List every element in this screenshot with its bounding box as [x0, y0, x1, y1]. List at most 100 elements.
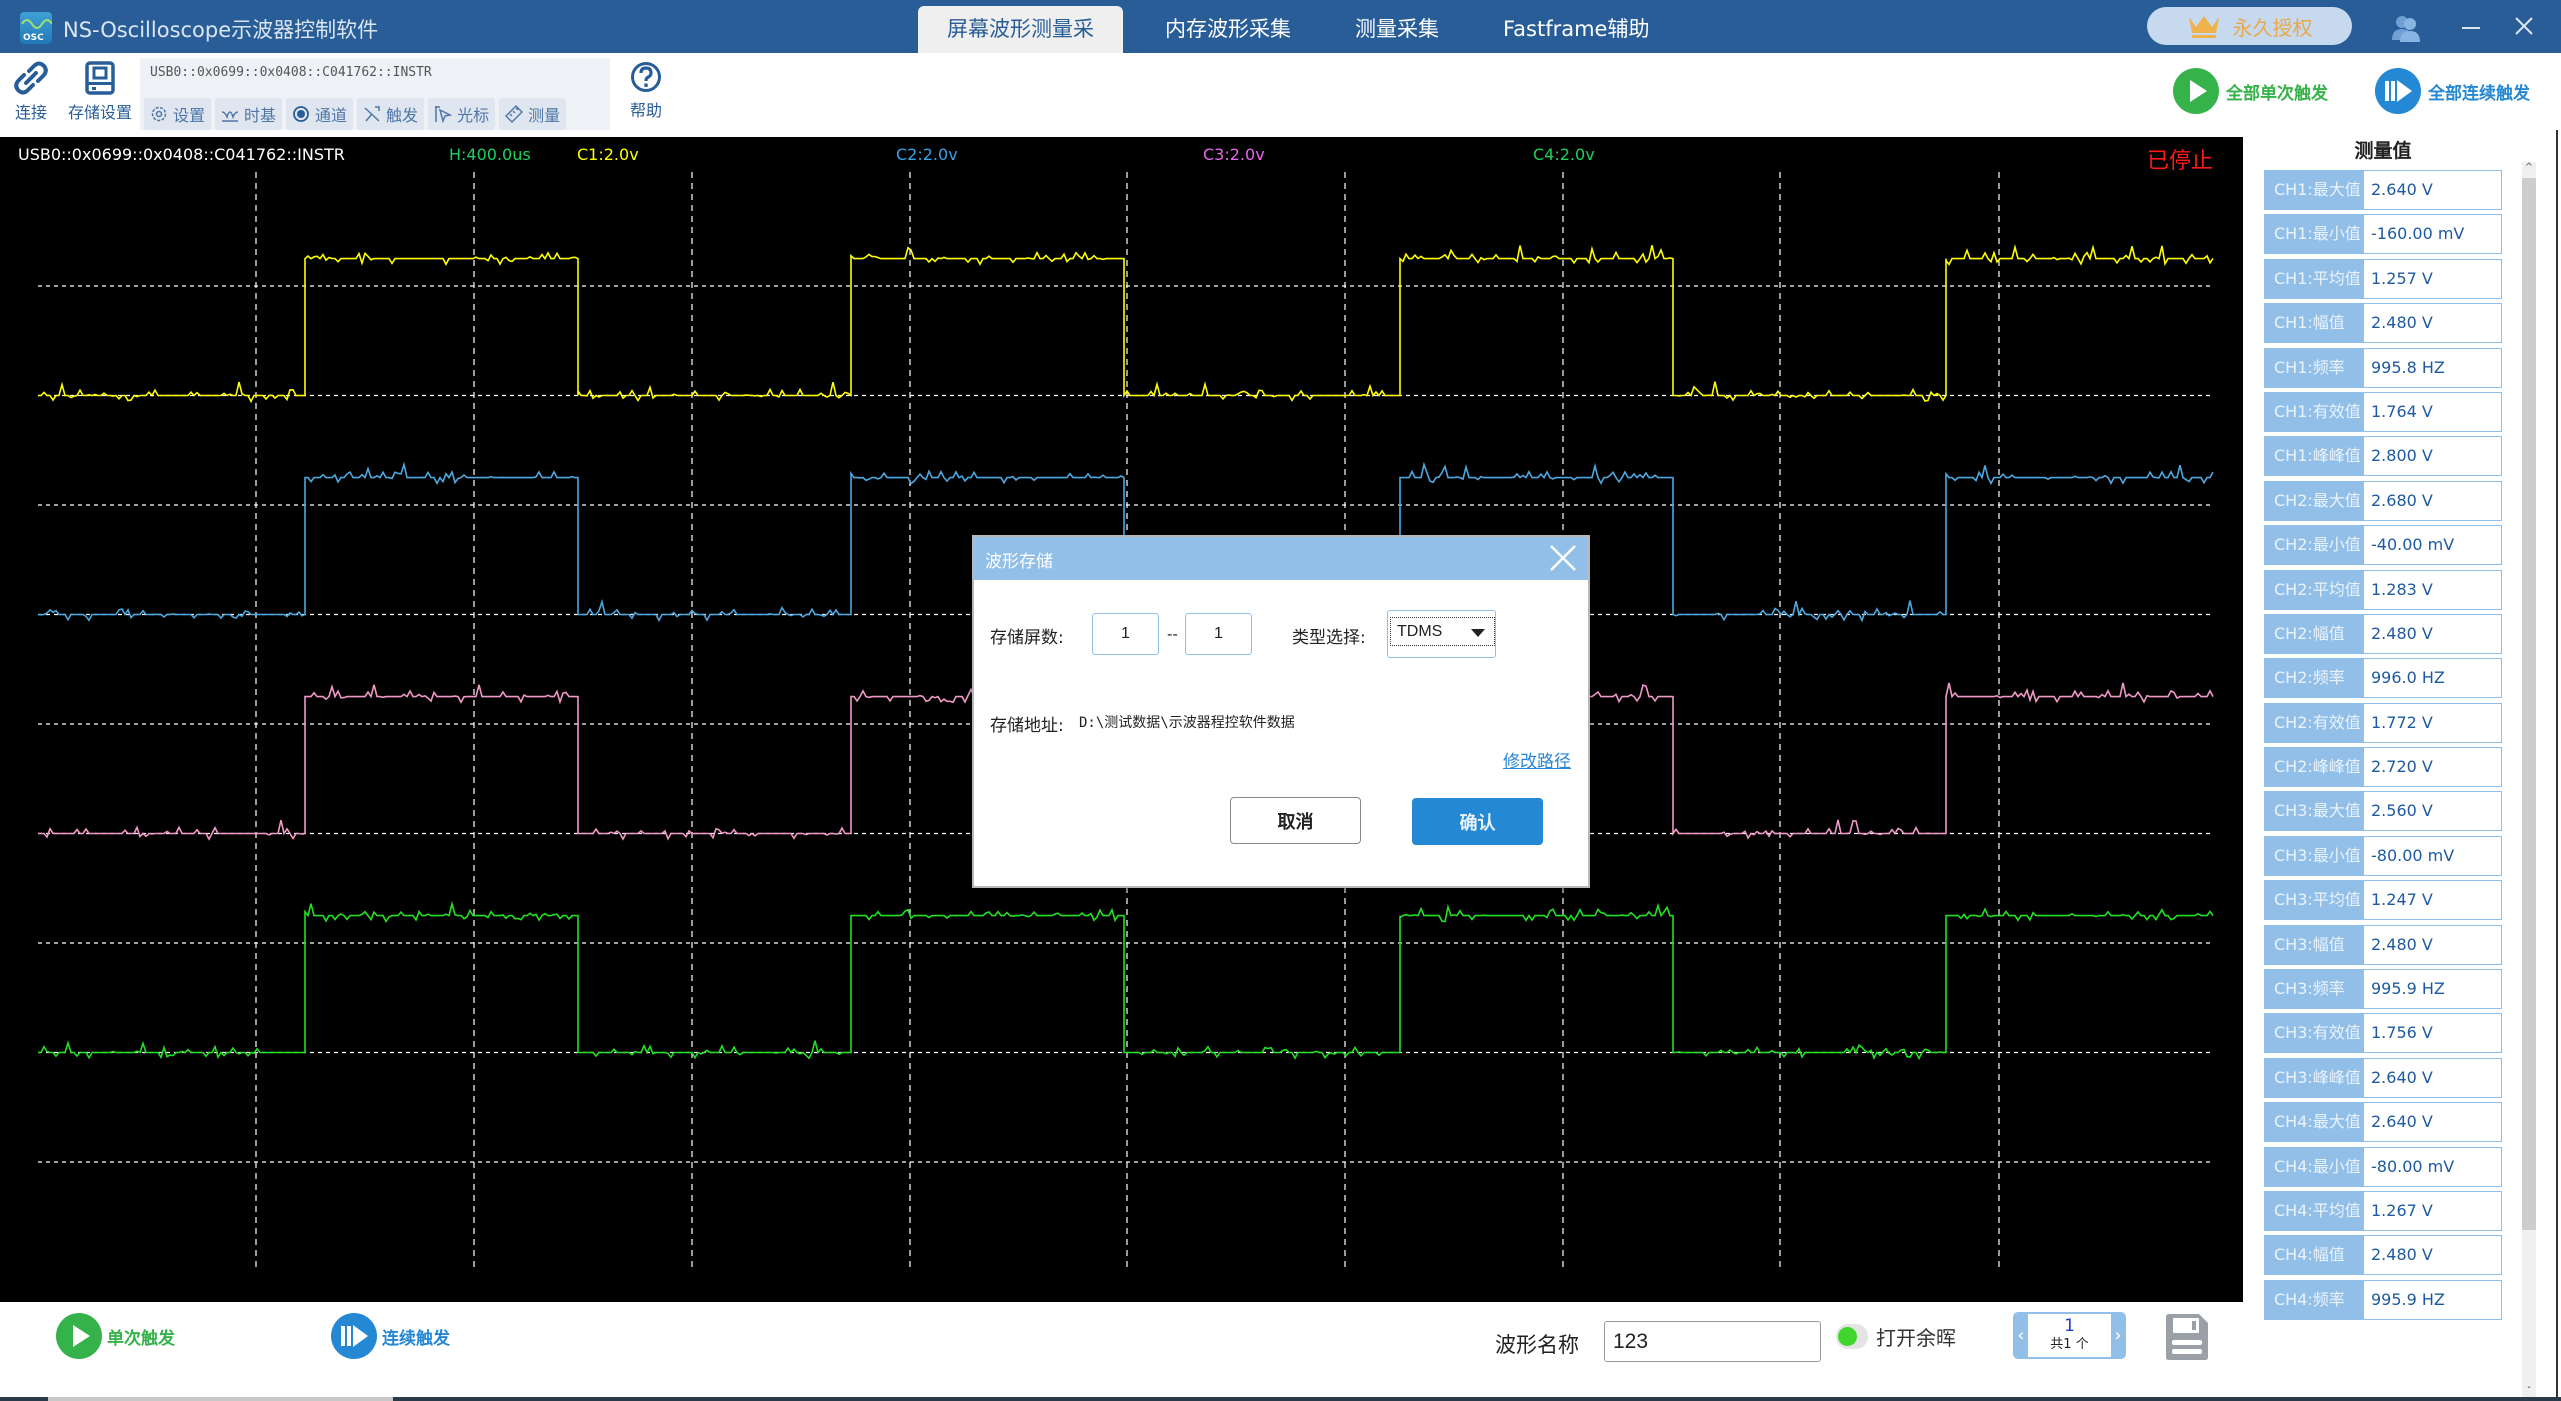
help-icon — [631, 62, 661, 92]
measurement-key: CH1:峰峰值 — [2265, 437, 2364, 476]
title-bar: OSC NS-Oscilloscope示波器控制软件 屏幕波形测量采集 内存波形… — [0, 0, 2561, 88]
measurement-key: CH1:平均值 — [2265, 259, 2364, 298]
afterglow-switch[interactable] — [1836, 1324, 1868, 1349]
scroll-up-icon[interactable]: ^ — [2522, 162, 2536, 178]
tab-memory-waveform[interactable]: 内存波形采集 — [1143, 6, 1313, 53]
play-icon — [56, 1313, 102, 1359]
measurement-key: CH2:有效值 — [2265, 703, 2364, 742]
measure-button[interactable]: 测量 — [499, 98, 567, 130]
waveform-channel-4 — [38, 900, 2214, 1061]
pager-next-button[interactable]: › — [2111, 1312, 2125, 1359]
measurement-value: -40.00 mV — [2364, 526, 2501, 565]
panel-border — [2556, 130, 2558, 1401]
single-trigger-label: 单次触发 — [107, 1328, 175, 1349]
trigger-label: 触发 — [386, 106, 419, 125]
measurement-row: CH1:最大值 2.640 V — [2264, 170, 2502, 210]
tab-screen-waveform-measure[interactable]: 屏幕波形测量采集 — [918, 6, 1123, 88]
measurement-row: CH1:平均值 1.257 V — [2264, 258, 2502, 299]
waveform-pager: ‹ 1 共1 个 › — [2013, 1312, 2126, 1359]
measurement-row: CH1:峰峰值 2.800 V — [2264, 436, 2502, 477]
user-icon[interactable] — [2390, 12, 2422, 44]
cursor-icon — [435, 106, 453, 123]
channel-icon — [293, 106, 309, 122]
channel3-scale: C3:2.0v — [1203, 145, 1265, 164]
measurement-value: -80.00 mV — [2364, 836, 2501, 875]
measurement-value: 1.756 V — [2364, 1014, 2501, 1053]
channel-button[interactable]: 通道 — [286, 98, 354, 130]
save-waveform-button[interactable] — [2166, 1314, 2208, 1360]
measurement-key: CH4:频率 — [2265, 1280, 2364, 1319]
single-trigger-button[interactable]: 单次触发 — [55, 1312, 175, 1360]
minimize-button[interactable] — [2456, 10, 2486, 42]
app-logo-text: OSC — [23, 33, 44, 43]
main-tabs: 屏幕波形测量采集 内存波形采集 测量采集 Fastframe辅助 — [918, 6, 1671, 88]
storage-settings-button[interactable]: 存储设置 — [68, 61, 132, 123]
screens-to-input[interactable] — [1185, 613, 1252, 655]
file-type-select[interactable]: TDMS — [1387, 610, 1496, 658]
all-single-trigger-button[interactable]: 全部单次触发 — [2172, 67, 2328, 115]
measurement-value: 2.640 V — [2364, 171, 2501, 209]
confirm-button[interactable]: 确认 — [1412, 798, 1543, 845]
measurement-title: 测量值 — [2354, 140, 2412, 162]
measurement-row: CH3:有效值 1.756 V — [2264, 1013, 2502, 1054]
acquisition-status: 已停止 — [2146, 149, 2213, 174]
measurement-row: CH4:幅值 2.480 V — [2264, 1235, 2502, 1276]
measurement-key: CH2:最小值 — [2265, 526, 2364, 565]
license-button[interactable]: 永久授权 — [2147, 7, 2352, 45]
measurement-row: CH1:有效值 1.764 V — [2264, 391, 2502, 432]
path-label: 存储地址: — [990, 716, 1064, 736]
timebase-button[interactable]: 时基 — [215, 98, 283, 130]
toolbar: 连接 存储设置 USB0::0x0699::0x0408::C041762::I… — [0, 53, 2561, 137]
ruler-icon — [505, 105, 524, 123]
tab-fastframe[interactable]: Fastframe辅助 — [1481, 6, 1671, 53]
wave-name-input[interactable] — [1604, 1321, 1821, 1362]
measurement-panel: 测量值 CH1:最大值 2.640 V CH1:最小值 -160.00 mV CH1:平… — [2253, 130, 2561, 1401]
crown-icon — [2188, 16, 2219, 38]
pager-prev-button[interactable]: ‹ — [2014, 1312, 2028, 1359]
measurement-list: CH1:最大值 2.640 V CH1:最小值 -160.00 mV CH1:平均值 1.… — [2264, 170, 2502, 1359]
measurement-value: 2.680 V — [2364, 481, 2501, 520]
connect-button[interactable]: 连接 — [14, 61, 48, 123]
measurement-row: CH1:频率 995.8 HZ — [2264, 347, 2502, 388]
license-label: 永久授权 — [2232, 15, 2313, 40]
app-window: OSC NS-Oscilloscope示波器控制软件 屏幕波形测量采集 内存波形… — [0, 0, 2561, 1401]
play-icon — [2173, 68, 2219, 114]
tab-measure-acquisition[interactable]: 测量采集 — [1333, 6, 1461, 53]
measurement-row: CH3:频率 995.9 HZ — [2264, 969, 2502, 1010]
measurement-row: CH3:幅值 2.480 V — [2264, 924, 2502, 965]
floppy-save-icon — [2166, 1314, 2208, 1360]
timebase-label: 时基 — [244, 106, 277, 125]
timebase-readout: H:400.0us — [449, 145, 531, 164]
toggle-knob — [1838, 1327, 1857, 1346]
app-title: NS-Oscilloscope示波器控制软件 — [63, 18, 379, 42]
measurement-key: CH2:幅值 — [2265, 614, 2364, 653]
cursor-label: 光标 — [457, 106, 490, 125]
afterglow-toggle[interactable]: 打开余晖 — [1836, 1322, 1956, 1351]
help-button[interactable]: 帮助 — [630, 61, 662, 121]
close-window-button[interactable] — [2508, 10, 2540, 42]
waveform-channel-1 — [38, 244, 2214, 404]
measurement-value: 2.480 V — [2364, 1236, 2501, 1275]
waveform-save-dialog: 波形存储 存储屏数: -- 类型选择: TDMS 存储地址: D:\测试数据\示… — [972, 535, 1590, 888]
help-label: 帮助 — [630, 101, 663, 120]
cancel-button[interactable]: 取消 — [1230, 797, 1361, 844]
scrollbar-thumb[interactable] — [2522, 178, 2536, 1230]
dialog-close-button[interactable] — [1548, 543, 1578, 573]
measurement-row: CH2:最大值 2.680 V — [2264, 480, 2502, 521]
app-logo-icon: OSC — [20, 12, 52, 44]
measurement-scrollbar[interactable]: ^ ˇ — [2522, 162, 2536, 1401]
dropdown-caret-icon — [1471, 629, 1485, 637]
settings-button[interactable]: 设置 — [144, 98, 212, 130]
channel1-scale: C1:2.0v — [577, 145, 639, 164]
device-address: USB0::0x0699::0x0408::C041762::INSTR — [150, 65, 432, 80]
measurement-value: 995.9 HZ — [2364, 1280, 2501, 1319]
storage-icon — [85, 61, 115, 95]
trigger-button[interactable]: 触发 — [357, 98, 425, 130]
change-path-link[interactable]: 修改路径 — [1503, 747, 1571, 772]
measurement-key: CH2:最大值 — [2265, 481, 2364, 520]
all-continuous-trigger-button[interactable]: 全部连续触发 — [2374, 67, 2530, 115]
cursor-button[interactable]: 光标 — [428, 98, 496, 130]
measurement-key: CH4:幅值 — [2265, 1236, 2364, 1275]
screens-from-input[interactable] — [1092, 613, 1159, 655]
continuous-trigger-button[interactable]: 连续触发 — [330, 1312, 450, 1360]
